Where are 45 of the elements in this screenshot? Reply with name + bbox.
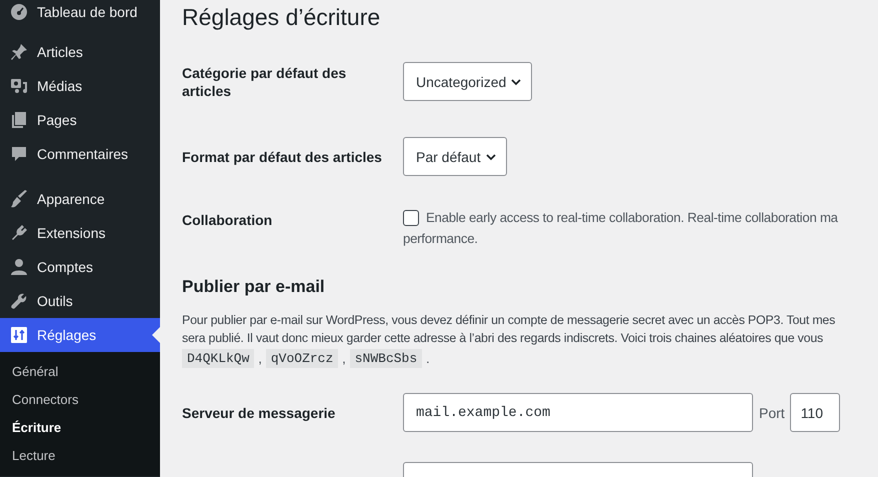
sidebar-item[interactable]: Comptes <box>0 250 160 284</box>
media-icon <box>9 76 29 96</box>
punctuation: . <box>426 352 430 366</box>
sidebar-item[interactable]: Tableau de bord <box>0 0 160 24</box>
text-input[interactable]: mail.example.com <box>403 393 753 432</box>
port-input[interactable]: 110 <box>790 393 840 432</box>
description-text: sera publié. Il vaut donc mieux garder cette adresse à l’abri des regards indiscrets. Voici trois chaines aléatoires que vous <box>182 330 824 347</box>
code-snippet: sNWBcSbs <box>350 349 422 368</box>
dropdown[interactable]: Uncategorized <box>403 62 532 101</box>
sidebar-item[interactable]: Médias <box>0 69 160 103</box>
sliders-icon <box>9 325 29 345</box>
submenu-item[interactable]: Écriture <box>0 414 160 442</box>
checkbox[interactable] <box>403 210 419 226</box>
brush-icon <box>9 189 29 209</box>
port-label: Port <box>759 404 785 420</box>
sidebar-item[interactable]: Pages <box>0 103 160 137</box>
comment-icon <box>9 144 29 164</box>
submenu-item[interactable]: Connectors <box>0 386 160 414</box>
sidebar-item[interactable]: Outils <box>0 284 160 318</box>
punctuation: , <box>342 352 346 366</box>
sidebar-item[interactable]: Articles <box>0 35 160 69</box>
field-label: Format par défaut des articles <box>182 148 383 166</box>
user-icon <box>9 257 29 277</box>
page-title: Réglages d’écriture <box>182 3 382 32</box>
dropdown[interactable]: Par défaut <box>403 137 507 176</box>
field-label: Collaboration <box>182 211 274 229</box>
code-snippet: D4QKLkQw <box>182 349 254 368</box>
submenu-item[interactable]: Lecture <box>0 442 160 470</box>
checkbox-label: Enable early access to real-time collaboration. Real-time collaboration ma <box>426 209 838 227</box>
sidebar-item[interactable]: Commentaires <box>0 137 160 171</box>
description-text: Pour publier par e-mail sur WordPress, vous devez définir un compte de messagerie secret avec un accès POP3. Tout mes <box>182 312 836 329</box>
checkbox-label: performance. <box>403 230 478 248</box>
sidebar-item[interactable]: Réglages <box>0 318 160 352</box>
wrench-icon <box>9 291 29 311</box>
sidebar-item[interactable]: Extensions <box>0 216 160 250</box>
punctuation: , <box>258 352 262 366</box>
field-label: Catégorie par défaut des articles <box>182 64 348 100</box>
submenu-item[interactable]: Général <box>0 358 160 386</box>
code-snippet: qVoOZrcz <box>266 349 338 368</box>
sidebar-item[interactable]: Apparence <box>0 182 160 216</box>
pin-icon <box>9 42 29 62</box>
section-heading: Publier par e-mail <box>182 277 326 297</box>
pages-icon <box>9 110 29 130</box>
current-indicator <box>152 327 160 343</box>
field-label: Serveur de messagerie <box>182 404 336 422</box>
